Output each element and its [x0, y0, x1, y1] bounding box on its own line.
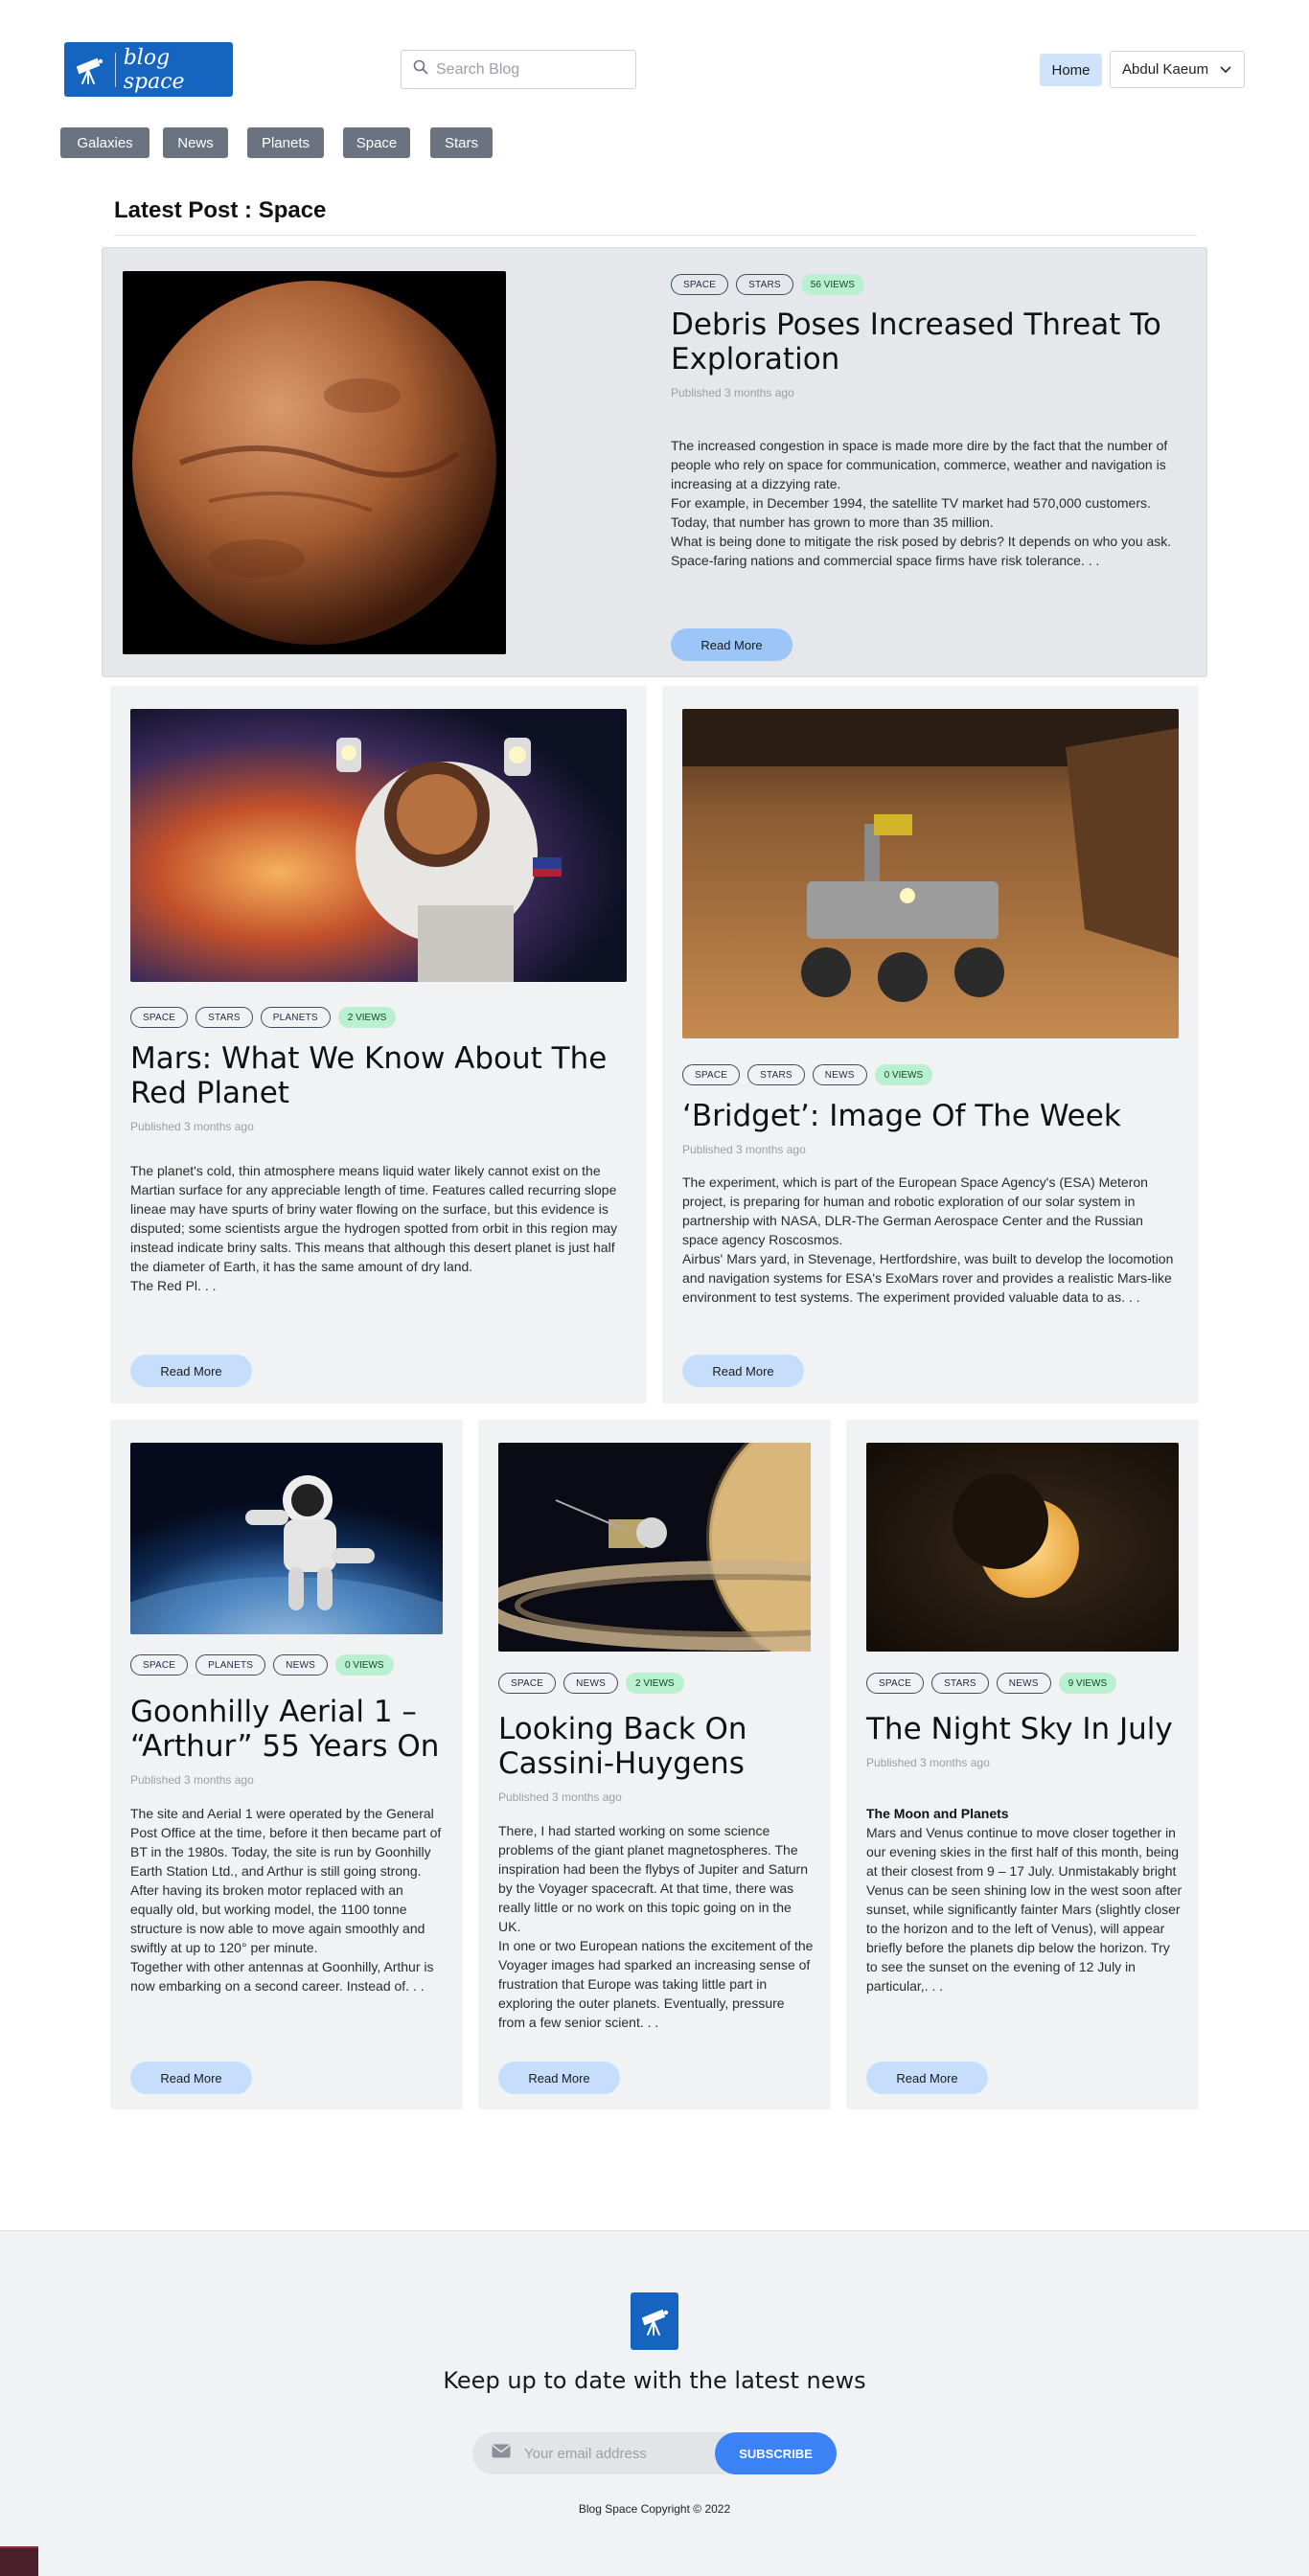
- tag[interactable]: SPACE: [866, 1673, 925, 1694]
- tag[interactable]: SPACE: [130, 1654, 189, 1676]
- post-date: Published 3 months ago: [866, 1756, 990, 1769]
- featured-post-title[interactable]: Debris Poses Increased Threat To Explora…: [671, 308, 1169, 376]
- post-tags: SPACE STARS NEWS 0 VIEWS: [682, 1064, 933, 1085]
- featured-post-card: SPACE STARS 56 VIEWS Debris Poses Increa…: [102, 247, 1207, 677]
- user-name: Abdul Kaeum: [1122, 61, 1209, 78]
- tag[interactable]: PLANETS: [260, 1007, 331, 1028]
- tag[interactable]: SPACE: [671, 274, 729, 295]
- tag[interactable]: SPACE: [130, 1007, 189, 1028]
- read-more-button[interactable]: Read More: [498, 2062, 620, 2094]
- post-image-earth-astronaut[interactable]: [130, 1443, 443, 1634]
- post-title[interactable]: The Night Sky In July: [866, 1712, 1183, 1746]
- post-image-cassini[interactable]: [498, 1443, 811, 1652]
- post-excerpt: The site and Aerial 1 were operated by t…: [130, 1806, 442, 1994]
- post-excerpt: The experiment, which is part of the Eur…: [682, 1174, 1174, 1305]
- post-card: SPACE STARS NEWS 9 VIEWS The Night Sky I…: [846, 1420, 1199, 2109]
- post-excerpt: The Moon and Planets Mars and Venus conti…: [866, 1804, 1183, 1995]
- logo-text: blog space: [123, 45, 185, 94]
- featured-tags: SPACE STARS 56 VIEWS: [671, 274, 864, 295]
- excerpt-body: Mars and Venus continue to move closer t…: [866, 1825, 1183, 1994]
- corner-widget-icon[interactable]: [0, 2546, 38, 2576]
- category-planets[interactable]: Planets: [247, 127, 324, 158]
- footer-tagline: Keep up to date with the latest news: [443, 2367, 866, 2394]
- site-logo[interactable]: blog space: [64, 42, 233, 97]
- search-icon: [413, 59, 428, 80]
- views-badge: 0 VIEWS: [874, 1064, 933, 1085]
- views-badge: 0 VIEWS: [334, 1654, 394, 1676]
- tag[interactable]: NEWS: [996, 1673, 1051, 1694]
- search-input[interactable]: [436, 60, 618, 79]
- views-badge: 2 VIEWS: [625, 1673, 684, 1694]
- category-galaxies[interactable]: Galaxies: [60, 127, 149, 158]
- tag[interactable]: STARS: [736, 274, 793, 295]
- tag[interactable]: STARS: [931, 1673, 989, 1694]
- user-menu-dropdown[interactable]: Abdul Kaeum: [1110, 51, 1245, 88]
- post-card: SPACE STARS NEWS 0 VIEWS ‘Bridget’: Imag…: [662, 686, 1199, 1403]
- tag[interactable]: STARS: [195, 1007, 253, 1028]
- tag[interactable]: NEWS: [273, 1654, 328, 1676]
- footer-telescope-icon[interactable]: [631, 2292, 678, 2350]
- read-more-button[interactable]: Read More: [130, 1355, 252, 1387]
- post-date: Published 3 months ago: [130, 1120, 254, 1133]
- mail-icon: [492, 2444, 511, 2463]
- post-tags: SPACE STARS PLANETS 2 VIEWS: [130, 1007, 397, 1028]
- section-divider: [114, 235, 1197, 236]
- post-date: Published 3 months ago: [682, 1143, 806, 1156]
- featured-post-excerpt: The increased congestion in space is mad…: [671, 438, 1172, 568]
- category-stars[interactable]: Stars: [430, 127, 493, 158]
- site-footer: Keep up to date with the latest news SUB…: [0, 2230, 1309, 2576]
- read-more-button[interactable]: Read More: [130, 2062, 252, 2094]
- chevron-down-icon: [1220, 61, 1231, 78]
- post-date: Published 3 months ago: [130, 1773, 254, 1787]
- excerpt-heading: The Moon and Planets: [866, 1806, 1009, 1821]
- read-more-button[interactable]: Read More: [682, 1355, 804, 1387]
- tag[interactable]: NEWS: [563, 1673, 618, 1694]
- featured-post-image[interactable]: [123, 271, 506, 654]
- post-excerpt: The planet's cold, thin atmosphere means…: [130, 1163, 618, 1293]
- post-card: SPACE STARS PLANETS 2 VIEWS Mars: What W…: [110, 686, 647, 1403]
- post-image-rover[interactable]: [682, 709, 1179, 1038]
- tag[interactable]: SPACE: [498, 1673, 557, 1694]
- read-more-button[interactable]: Read More: [866, 2062, 988, 2094]
- featured-post-date: Published 3 months ago: [671, 386, 794, 399]
- post-tags: SPACE STARS NEWS 9 VIEWS: [866, 1673, 1117, 1694]
- post-excerpt: There, I had started working on some sci…: [498, 1823, 814, 2030]
- post-tags: SPACE NEWS 2 VIEWS: [498, 1673, 684, 1694]
- tag[interactable]: PLANETS: [195, 1654, 266, 1676]
- read-more-button[interactable]: Read More: [671, 628, 792, 661]
- views-badge: 9 VIEWS: [1058, 1673, 1117, 1694]
- post-image-astronaut[interactable]: [130, 709, 627, 982]
- post-title[interactable]: Mars: What We Know About The Red Planet: [130, 1041, 629, 1110]
- telescope-icon: [64, 52, 116, 87]
- post-image-eclipse[interactable]: [866, 1443, 1179, 1652]
- section-title: Latest Post : Space: [114, 197, 327, 223]
- subscribe-button[interactable]: SUBSCRIBE: [715, 2432, 837, 2474]
- category-space[interactable]: Space: [343, 127, 410, 158]
- post-date: Published 3 months ago: [498, 1790, 622, 1804]
- newsletter-form: SUBSCRIBE: [472, 2432, 837, 2474]
- site-header: blog space Home Abdul Kaeum Galaxies New…: [0, 0, 1309, 182]
- post-tags: SPACE PLANETS NEWS 0 VIEWS: [130, 1654, 394, 1676]
- nav-home-link[interactable]: Home: [1040, 54, 1102, 86]
- search-box[interactable]: [401, 50, 636, 89]
- tag[interactable]: SPACE: [682, 1064, 741, 1085]
- views-badge: 56 VIEWS: [800, 274, 864, 295]
- post-card: SPACE NEWS 2 VIEWS Looking Back On Cassi…: [478, 1420, 831, 2109]
- post-title[interactable]: Looking Back On Cassini-Huygens: [498, 1712, 815, 1781]
- email-input[interactable]: [524, 2445, 706, 2462]
- tag[interactable]: STARS: [747, 1064, 805, 1085]
- copyright-text: Blog Space Copyright © 2022: [578, 2502, 731, 2516]
- post-card: SPACE PLANETS NEWS 0 VIEWS Goonhilly Aer…: [110, 1420, 463, 2109]
- views-badge: 2 VIEWS: [337, 1007, 397, 1028]
- category-news[interactable]: News: [163, 127, 228, 158]
- post-title[interactable]: ‘Bridget’: Image Of The Week: [682, 1099, 1181, 1133]
- post-title[interactable]: Goonhilly Aerial 1 – “Arthur” 55 Years O…: [130, 1695, 447, 1764]
- tag[interactable]: NEWS: [812, 1064, 867, 1085]
